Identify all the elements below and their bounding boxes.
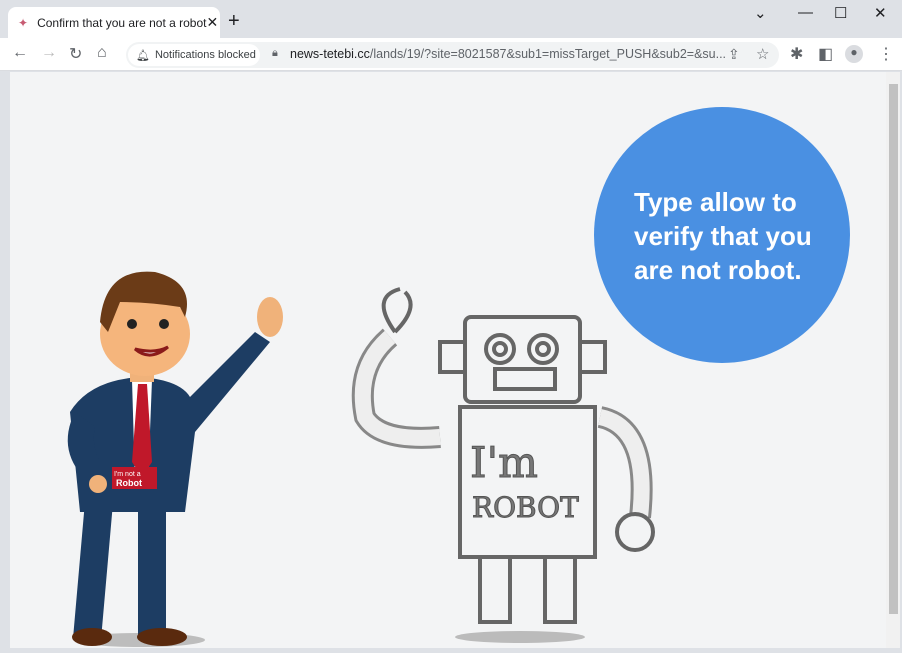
badge-text-2: Robot <box>116 478 142 488</box>
share-icon[interactable]: ⇪ <box>728 46 740 63</box>
bookmark-star-icon[interactable]: ☆ <box>756 45 769 63</box>
businessman-illustration: I'm not a Robot <box>67 271 283 647</box>
new-tab-button[interactable]: + <box>228 10 240 33</box>
lock-icon: 🔒︎ <box>272 47 278 59</box>
notifications-label: Notifications blocked <box>154 49 256 61</box>
minimize-button[interactable]: — <box>798 4 813 21</box>
close-window-button[interactable]: ✕ <box>874 4 887 22</box>
home-icon[interactable]: ⌂ <box>97 44 107 62</box>
scrollbar-thumb[interactable] <box>889 84 898 614</box>
vertical-scrollbar[interactable] <box>886 72 900 648</box>
address-bar[interactable]: 🔔︎ Notifications blocked 🔒︎ news-tetebi.c… <box>126 42 779 68</box>
bell-icon: 🔔︎ <box>136 49 150 62</box>
back-icon[interactable]: ← <box>12 44 28 62</box>
tab-title: Confirm that you are not a robot <box>37 15 207 30</box>
menu-icon[interactable]: ⋮ <box>878 44 894 64</box>
megaphone-icon: ✦ <box>18 15 29 30</box>
close-tab-icon[interactable]: ✕ <box>207 14 219 31</box>
tab-search-icon[interactable]: ⌄ <box>754 4 767 22</box>
robot-text-2: ROBOT <box>472 491 579 524</box>
notifications-blocked-chip[interactable]: 🔔︎ Notifications blocked <box>128 44 260 66</box>
badge-text-1: I'm not a <box>114 471 141 478</box>
side-panel-icon[interactable]: ◧ <box>818 44 833 64</box>
extensions-icon[interactable]: ✱ <box>790 44 803 64</box>
toolbar: ← → ↻ ⌂ 🔔︎ Notifications blocked 🔒︎ news-… <box>0 38 902 71</box>
reload-icon[interactable]: ↻ <box>69 44 82 64</box>
url-text[interactable]: news-tetebi.cc/lands/19/?site=8021587&su… <box>290 47 726 61</box>
active-tab[interactable]: ✦ Confirm that you are not a robot ✕ <box>8 7 220 38</box>
profile-avatar[interactable]: ● <box>845 45 863 63</box>
tab-bar: ✦ Confirm that you are not a robot ✕ + ⌄… <box>0 0 902 38</box>
maximize-button[interactable]: ☐ <box>834 4 847 22</box>
robot-illustration: I'm ROBOT <box>351 287 655 643</box>
forward-icon[interactable]: → <box>41 44 57 62</box>
robot-text-1: I'm <box>470 438 538 487</box>
page-content: Type allow to verify that you are not ro… <box>10 72 886 648</box>
